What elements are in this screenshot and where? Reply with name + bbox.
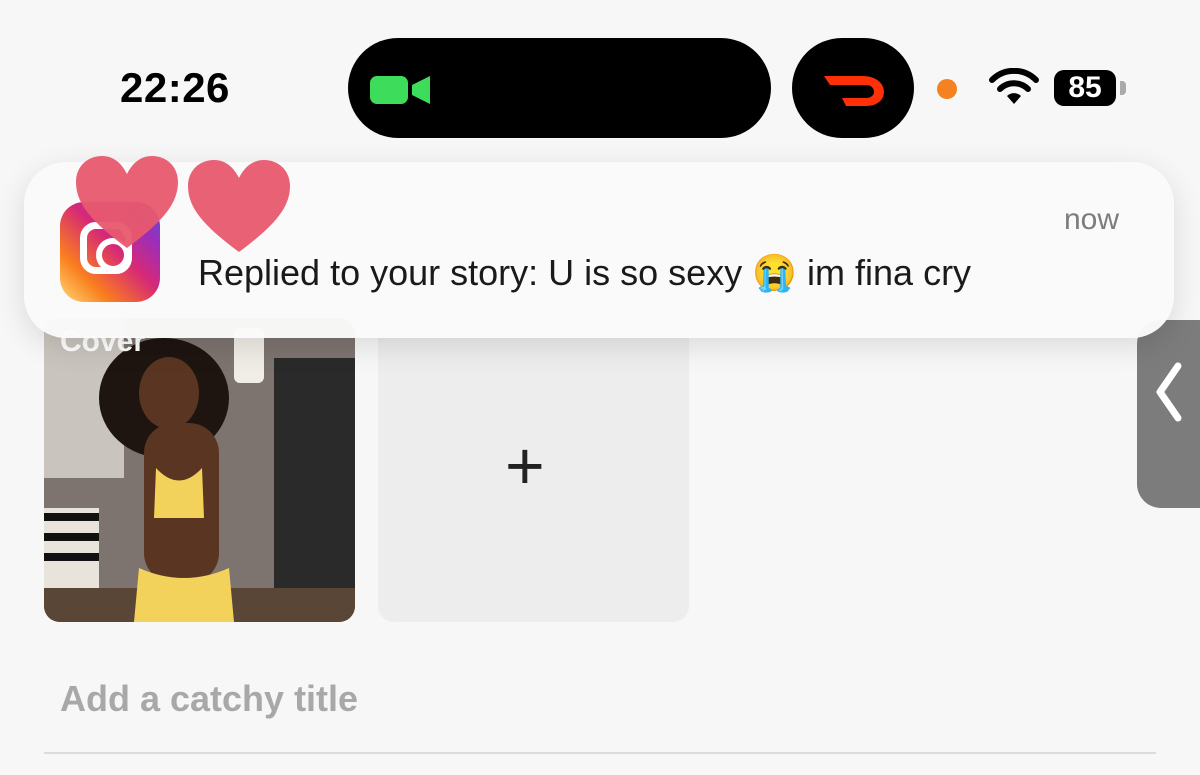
- video-camera-icon: [370, 76, 430, 104]
- plus-icon: +: [505, 428, 545, 504]
- notification-message: Replied to your story: U is so sexy 😭 im…: [198, 252, 972, 293]
- doordash-icon: [824, 76, 884, 106]
- cover-image[interactable]: [44, 318, 355, 622]
- heart-icon: [76, 156, 178, 248]
- notification-timestamp: now: [1064, 203, 1120, 236]
- battery-cap: [1120, 81, 1126, 95]
- heart-icon: [188, 160, 290, 252]
- wifi-icon: [989, 68, 1039, 104]
- title-input[interactable]: [60, 678, 560, 720]
- battery-icon: 85: [1054, 70, 1116, 106]
- status-time: 22:26: [120, 64, 230, 111]
- recording-dot-icon: [937, 79, 957, 99]
- chevron-left-icon: [1156, 362, 1182, 422]
- divider: [44, 752, 1156, 754]
- cover-photo-illustration: [44, 318, 355, 622]
